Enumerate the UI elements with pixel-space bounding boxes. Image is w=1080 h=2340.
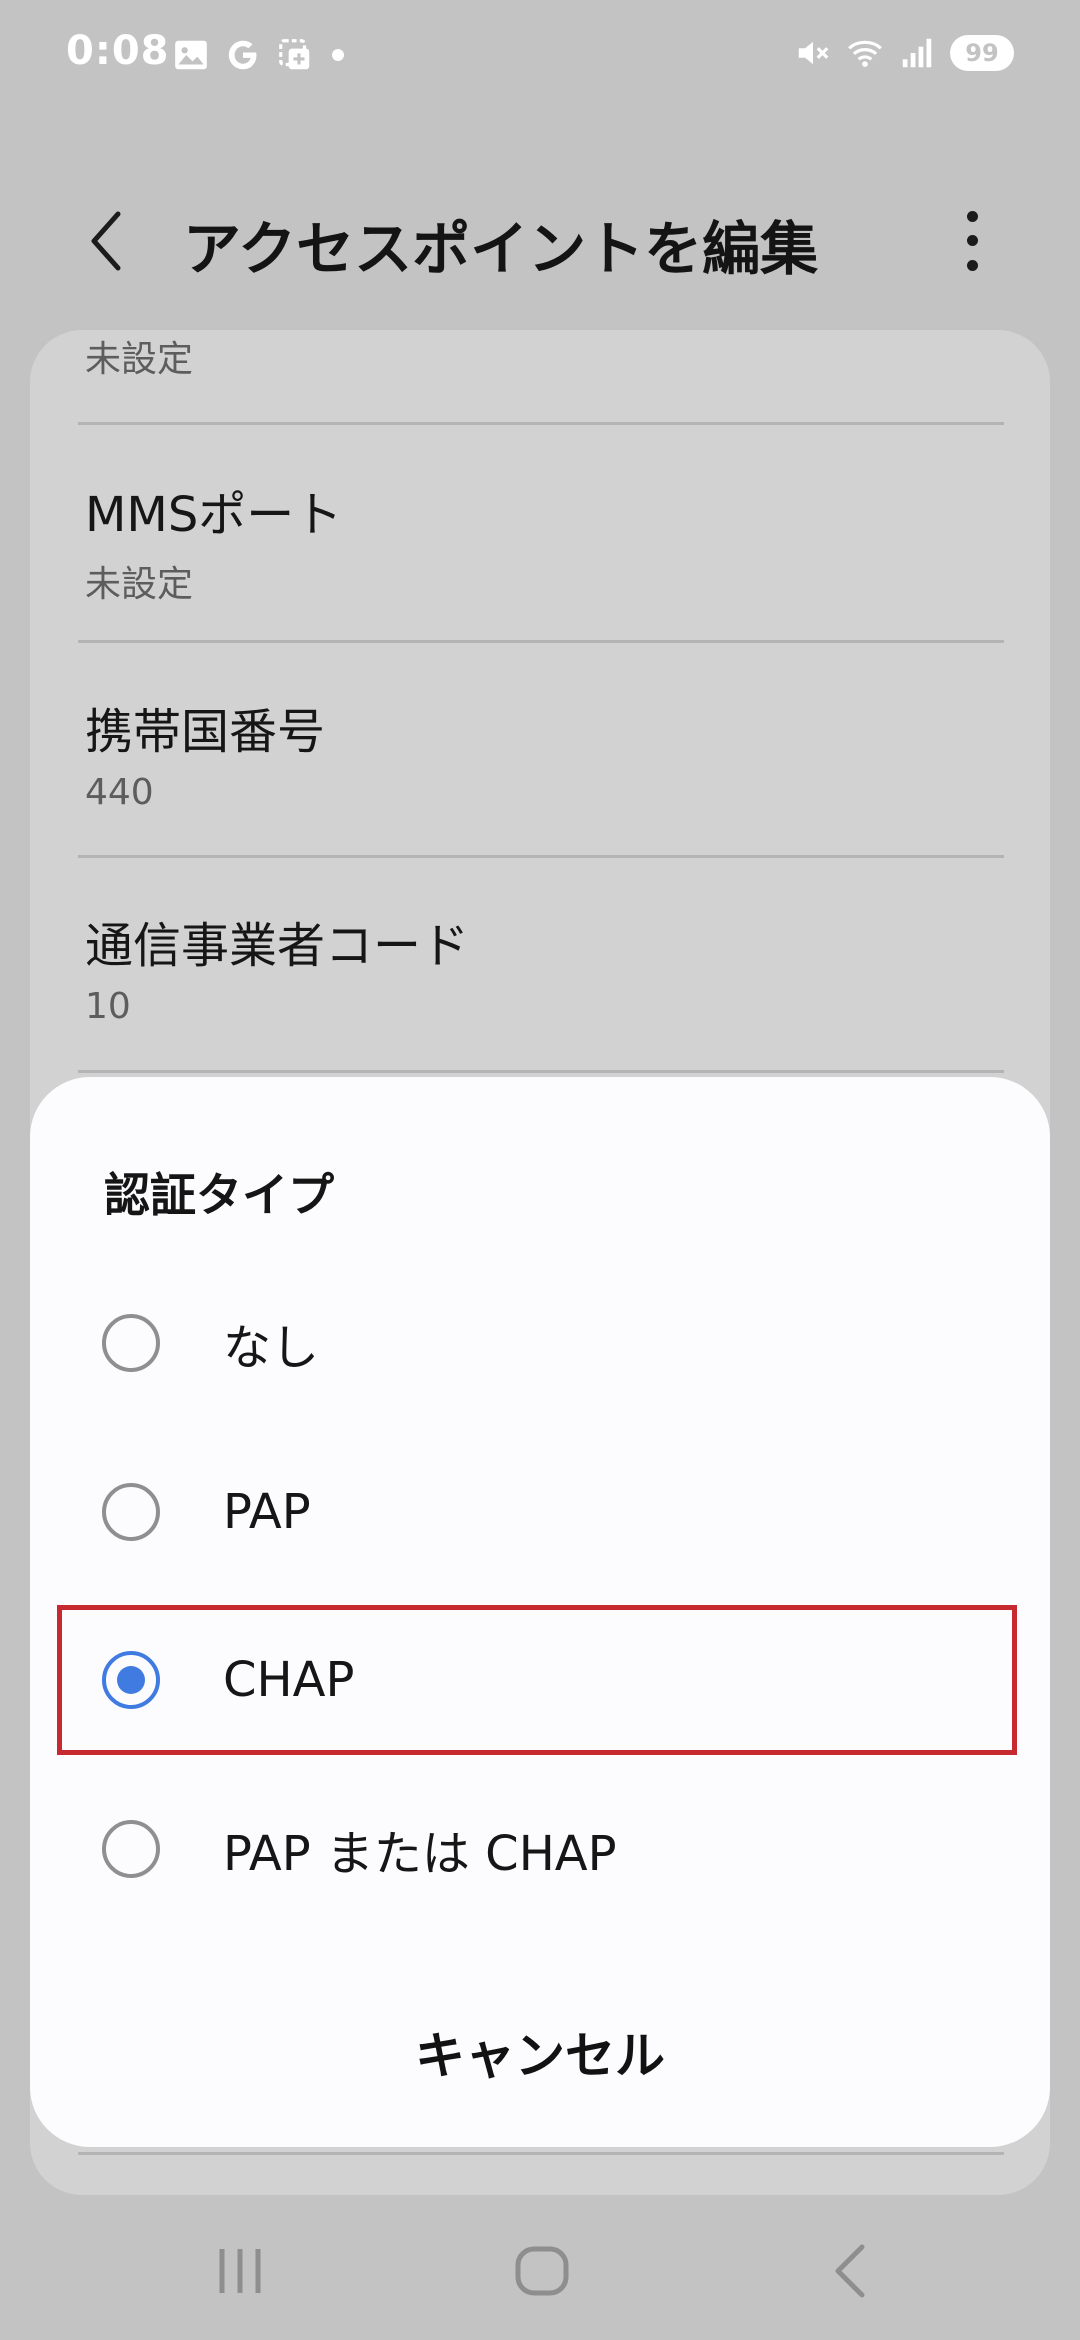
auth-type-dialog: 認証タイプ なし PAP CHAP PAP または CHAP キャンセル bbox=[30, 1077, 1050, 2147]
radio-button[interactable] bbox=[102, 1314, 160, 1372]
option-pap-or-chap[interactable]: PAP または CHAP bbox=[30, 1774, 1050, 1924]
system-icons: 99 bbox=[794, 34, 1014, 72]
more-notifications-dot bbox=[332, 49, 344, 61]
page-title: アクセスポイントを編集 bbox=[183, 215, 819, 283]
setting-item-previous[interactable]: 未設定 bbox=[85, 330, 1010, 382]
home-button[interactable] bbox=[512, 2240, 572, 2302]
selection-highlight-box bbox=[57, 1605, 1017, 1755]
back-nav-button[interactable] bbox=[820, 2240, 880, 2302]
chevron-left-icon bbox=[91, 211, 121, 271]
option-label: PAP bbox=[223, 1484, 311, 1540]
recent-apps-icon bbox=[219, 2249, 261, 2293]
setting-title: 携帯国番号 bbox=[85, 704, 326, 760]
setting-title: 通信事業者コード bbox=[85, 918, 470, 974]
cancel-button[interactable]: キャンセル bbox=[30, 1997, 1050, 2107]
setting-value: 440 bbox=[85, 772, 154, 813]
setting-item-mcc[interactable]: 携帯国番号 440 bbox=[85, 692, 1010, 813]
setting-item-mms-port[interactable]: MMSポート 未設定 bbox=[85, 475, 1010, 607]
setting-value: 未設定 bbox=[85, 564, 194, 605]
divider bbox=[78, 640, 1004, 643]
signal-icon bbox=[902, 38, 932, 68]
app-bar: アクセスポイントを編集 bbox=[0, 180, 1080, 300]
back-nav-icon bbox=[835, 2244, 865, 2298]
divider bbox=[78, 855, 1004, 858]
divider bbox=[78, 422, 1004, 425]
option-label: なし bbox=[223, 1320, 320, 1376]
back-button[interactable] bbox=[76, 206, 136, 276]
mute-icon bbox=[798, 41, 829, 65]
status-time: 0:08 bbox=[66, 28, 170, 74]
wifi-icon bbox=[848, 40, 882, 67]
radio-button[interactable] bbox=[102, 1820, 160, 1878]
radio-button[interactable] bbox=[102, 1483, 160, 1541]
screen: 0:08 99 アクセスポイントを編集 未設定 MMSポート 未設定 携帯国番号… bbox=[0, 0, 1080, 2340]
notification-icons bbox=[172, 36, 344, 74]
setting-value: 10 bbox=[85, 986, 131, 1027]
navigation-bar bbox=[0, 2220, 1080, 2320]
setting-item-mnc[interactable]: 通信事業者コード 10 bbox=[85, 906, 1010, 1027]
status-bar: 0:08 99 bbox=[0, 0, 1080, 110]
more-dot-icon bbox=[966, 260, 978, 272]
image-icon bbox=[175, 40, 207, 70]
option-label: PAP または CHAP bbox=[223, 1826, 617, 1882]
more-options-button[interactable] bbox=[950, 204, 994, 278]
option-none[interactable]: なし bbox=[30, 1268, 1050, 1418]
divider bbox=[78, 1070, 1004, 1073]
recent-apps-button[interactable] bbox=[210, 2240, 270, 2302]
dialog-title: 認証タイプ bbox=[104, 1168, 334, 1222]
google-icon bbox=[228, 40, 257, 70]
option-pap[interactable]: PAP bbox=[30, 1437, 1050, 1587]
more-dot-icon bbox=[966, 235, 978, 247]
home-icon bbox=[515, 2246, 569, 2296]
more-dot-icon bbox=[966, 210, 978, 222]
battery-indicator: 99 bbox=[950, 35, 1014, 71]
screenshot-icon bbox=[279, 39, 310, 70]
divider bbox=[78, 2152, 1004, 2155]
setting-title: MMSポート bbox=[85, 487, 343, 543]
setting-value: 未設定 bbox=[85, 339, 194, 380]
